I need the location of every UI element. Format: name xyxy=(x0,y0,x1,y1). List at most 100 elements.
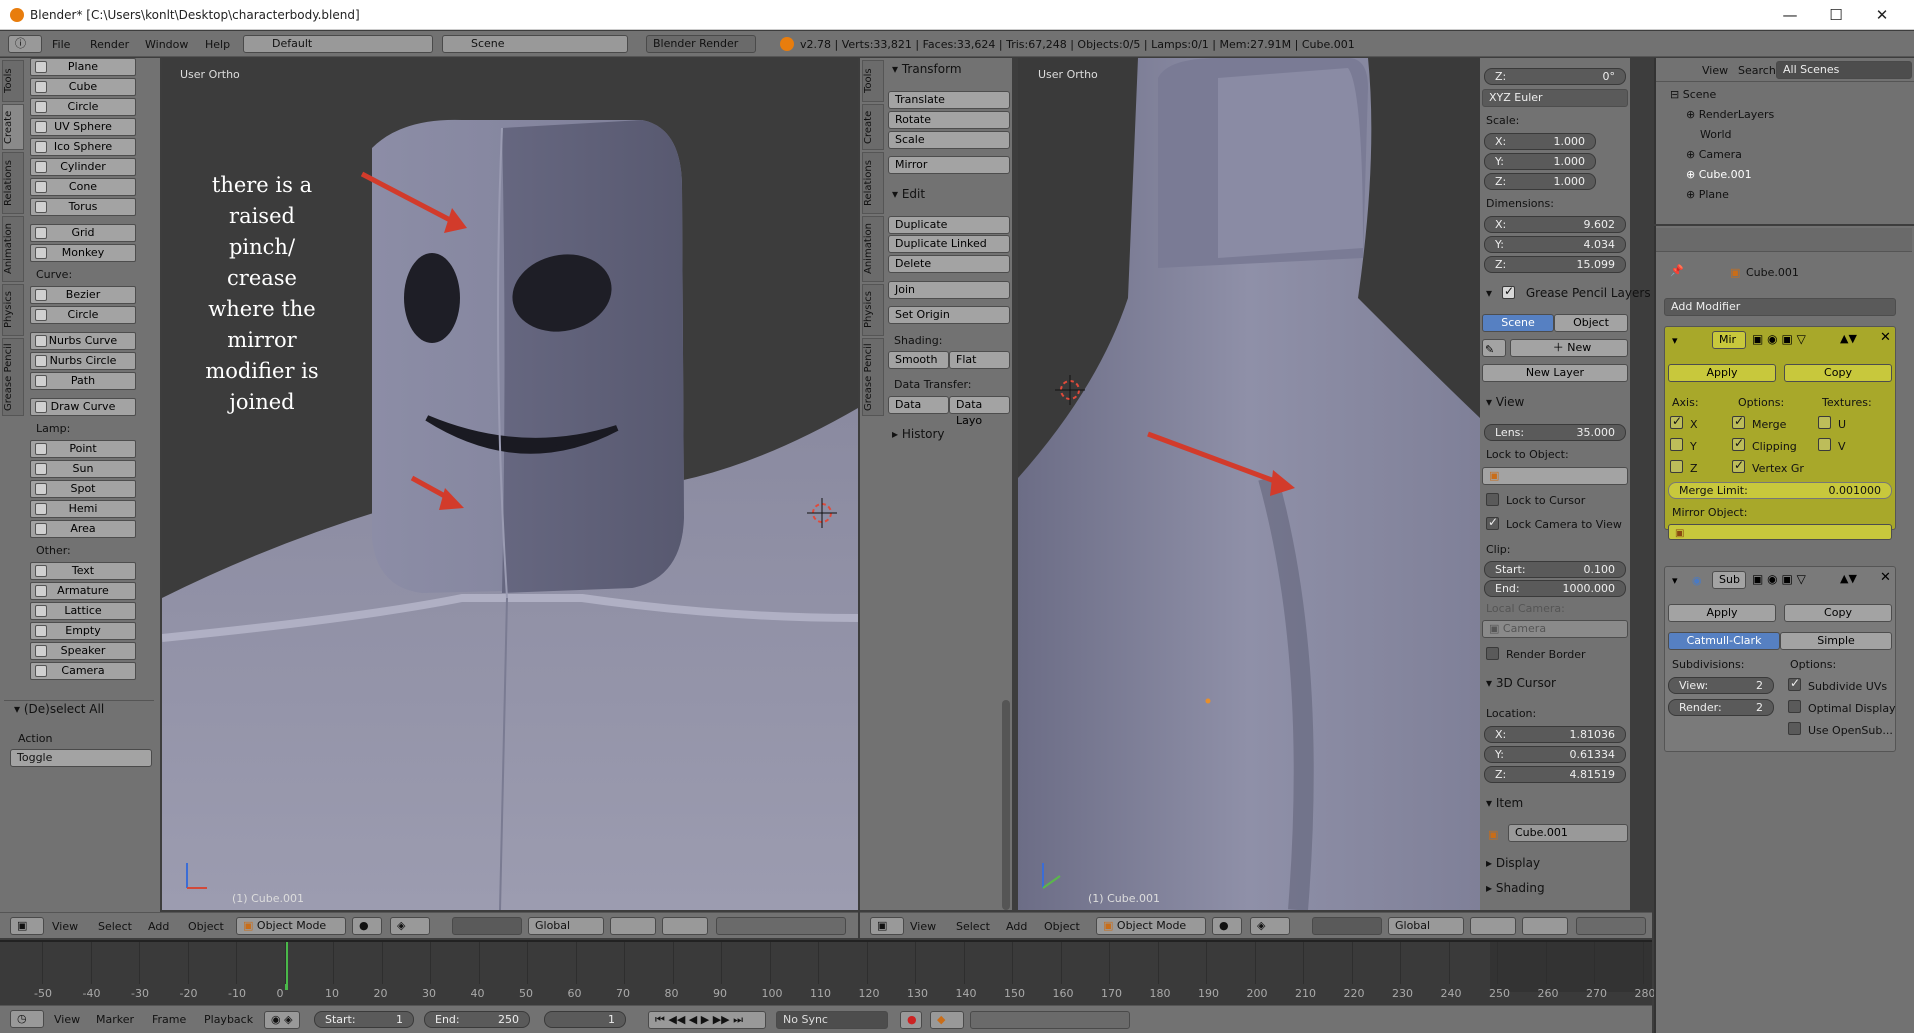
tab-tools-right[interactable]: Tools xyxy=(862,60,884,102)
loc-x-field[interactable]: X: 1.81036 xyxy=(1484,726,1626,743)
vertex-groups-checkbox[interactable] xyxy=(1732,458,1745,473)
end-frame-field[interactable]: End: 250 xyxy=(424,1011,530,1028)
timeline-view-menu[interactable]: View xyxy=(54,1013,80,1026)
translate-button[interactable]: Translate xyxy=(888,91,1010,109)
action-dropdown[interactable]: Toggle xyxy=(10,749,152,767)
tab-create-right[interactable]: Create xyxy=(862,104,884,150)
merge-checkbox[interactable] xyxy=(1732,414,1745,429)
scale-x-field[interactable]: X: 1.000 xyxy=(1484,133,1596,150)
axis-x-checkbox[interactable] xyxy=(1670,414,1683,429)
local-camera-field[interactable]: ▣ Camera xyxy=(1482,620,1628,638)
visibility-icons-sub[interactable]: ▣ ◉ ▣ ▽ xyxy=(1752,572,1806,586)
outliner-view-menu[interactable]: View xyxy=(1702,64,1728,77)
tool-text[interactable]: Text xyxy=(30,562,136,580)
outliner-search-menu[interactable]: Search xyxy=(1738,64,1776,77)
playback-controls[interactable]: ⏮ ◀◀ ◀ ▶ ▶▶ ⏭ xyxy=(648,1011,766,1029)
visibility-icons[interactable]: ▣ ◉ ▣ ▽ xyxy=(1752,332,1806,346)
flat-button[interactable]: Flat xyxy=(949,351,1010,369)
item-panel-header[interactable]: ▾ Item xyxy=(1486,796,1523,810)
editor-type-icon[interactable]: ⓘ xyxy=(8,35,42,53)
minimize-button[interactable]: — xyxy=(1770,4,1810,26)
duplicate-button[interactable]: Duplicate xyxy=(888,216,1010,234)
editor-type-3d-icon-right[interactable]: ▣ xyxy=(870,917,904,935)
merge-limit-field[interactable]: Merge Limit: 0.001000 xyxy=(1668,482,1892,499)
orientation-dropdown-right[interactable]: Global xyxy=(1388,917,1464,935)
frame-menu[interactable]: Frame xyxy=(152,1013,186,1026)
rotate-button[interactable]: Rotate xyxy=(888,111,1010,129)
tool-empty[interactable]: Empty xyxy=(30,622,136,640)
gp-scene-tab[interactable]: Scene xyxy=(1482,314,1554,332)
outliner-plane[interactable]: ⊕ Plane xyxy=(1686,188,1729,201)
preview-range-icons[interactable]: ◉ ◈ xyxy=(264,1011,300,1029)
clip-start-field[interactable]: Start: 0.100 xyxy=(1484,561,1626,578)
lens-field[interactable]: Lens: 35.000 xyxy=(1484,424,1626,441)
tool-uv-sphere[interactable]: UV Sphere xyxy=(30,118,136,136)
timeline-area[interactable]: -50 -40 -30 -20 -10 0 10 20 30 40 50 60 70 80 90 100 110… xyxy=(0,940,1656,1005)
clip-end-field[interactable]: End: 1000.000 xyxy=(1484,580,1626,597)
manipulator-icons-right[interactable] xyxy=(1312,917,1382,935)
edit-panel-header[interactable]: ▾ Edit xyxy=(892,187,925,201)
close-window-button[interactable]: ✕ xyxy=(1862,4,1902,26)
remove-modifier-icon-sub[interactable]: ✕ xyxy=(1880,570,1891,585)
delete-button[interactable]: Delete xyxy=(888,255,1010,273)
clipping-checkbox[interactable] xyxy=(1732,436,1745,451)
editor-type-timeline-icon[interactable]: ◷ xyxy=(10,1010,44,1028)
tab-grease-pencil[interactable]: Grease Pencil xyxy=(2,338,24,416)
tool-cone[interactable]: Cone xyxy=(30,178,136,196)
tool-monkey[interactable]: Monkey xyxy=(30,244,136,262)
tool-circle[interactable]: Circle xyxy=(30,98,136,116)
scale-y-field[interactable]: Y: 1.000 xyxy=(1484,153,1596,170)
scene-selector[interactable]: Scene xyxy=(442,35,628,53)
view-menu-right[interactable]: View xyxy=(910,920,936,933)
tab-tools[interactable]: Tools xyxy=(2,60,24,102)
add-menu[interactable]: Add xyxy=(148,920,169,933)
tool-torus[interactable]: Torus xyxy=(30,198,136,216)
select-menu[interactable]: Select xyxy=(98,920,132,933)
outliner-scene[interactable]: ⊟ Scene xyxy=(1670,88,1716,101)
tool-bezier[interactable]: Bezier xyxy=(30,286,136,304)
tool-ico-sphere[interactable]: Ico Sphere xyxy=(30,138,136,156)
tab-physics[interactable]: Physics xyxy=(2,284,24,336)
history-panel-header[interactable]: ▸ History xyxy=(892,427,945,441)
layers-grid-right-2[interactable] xyxy=(1522,917,1568,935)
duplicate-linked-button[interactable]: Duplicate Linked xyxy=(888,235,1010,253)
start-frame-field[interactable]: Start: 1 xyxy=(314,1011,414,1028)
render-engine-dropdown[interactable]: Blender Render xyxy=(646,35,756,53)
tool-sun[interactable]: Sun xyxy=(30,460,136,478)
manipulator-icons[interactable] xyxy=(452,917,522,935)
record-icon[interactable]: ● xyxy=(900,1011,922,1029)
gp-object-tab[interactable]: Object xyxy=(1554,314,1628,332)
maximize-button[interactable]: ☐ xyxy=(1816,4,1856,26)
subsurf-view-field[interactable]: View: 2 xyxy=(1668,677,1774,694)
tool-lattice[interactable]: Lattice xyxy=(30,602,136,620)
tool-camera[interactable]: Camera xyxy=(30,662,136,680)
cursor-panel-header[interactable]: ▾ 3D Cursor xyxy=(1486,676,1556,690)
pivot-icon-right[interactable]: ◈ xyxy=(1250,917,1290,935)
tool-draw-curve[interactable]: Draw Curve xyxy=(30,398,136,416)
menu-render[interactable]: Render xyxy=(90,38,129,51)
join-button[interactable]: Join xyxy=(888,281,1010,299)
tool-nurbs-circle[interactable]: Nurbs Circle xyxy=(30,352,136,370)
menu-help[interactable]: Help xyxy=(205,38,230,51)
optimal-display-checkbox[interactable] xyxy=(1788,700,1801,713)
mirror-object-field[interactable]: ▣ xyxy=(1668,524,1892,540)
texture-v-checkbox[interactable] xyxy=(1818,438,1831,451)
add-menu-right[interactable]: Add xyxy=(1006,920,1027,933)
new-layer-button[interactable]: New Layer xyxy=(1482,364,1628,382)
playback-menu[interactable]: Playback xyxy=(204,1013,253,1026)
mirror-button[interactable]: Mirror xyxy=(888,156,1010,174)
tool-path[interactable]: Path xyxy=(30,372,136,390)
loc-y-field[interactable]: Y: 0.61334 xyxy=(1484,746,1626,763)
smooth-button[interactable]: Smooth xyxy=(888,351,949,369)
lock-object-field[interactable]: ▣ xyxy=(1482,467,1628,485)
data-layout-button[interactable]: Data Layo xyxy=(949,396,1010,427)
tab-create[interactable]: Create xyxy=(2,104,24,150)
view-panel-header[interactable]: ▾ View xyxy=(1486,395,1524,409)
mirror-copy-button[interactable]: Copy xyxy=(1784,364,1892,382)
gp-new-button[interactable]: ＋ New xyxy=(1510,339,1628,357)
tool-nurbs-curve[interactable]: Nurbs Curve xyxy=(30,332,136,350)
collapse-icon[interactable]: ▾ xyxy=(1672,334,1678,347)
tool-speaker[interactable]: Speaker xyxy=(30,642,136,660)
remove-modifier-icon[interactable]: ✕ xyxy=(1880,330,1891,345)
render-border-checkbox[interactable] xyxy=(1486,647,1499,660)
